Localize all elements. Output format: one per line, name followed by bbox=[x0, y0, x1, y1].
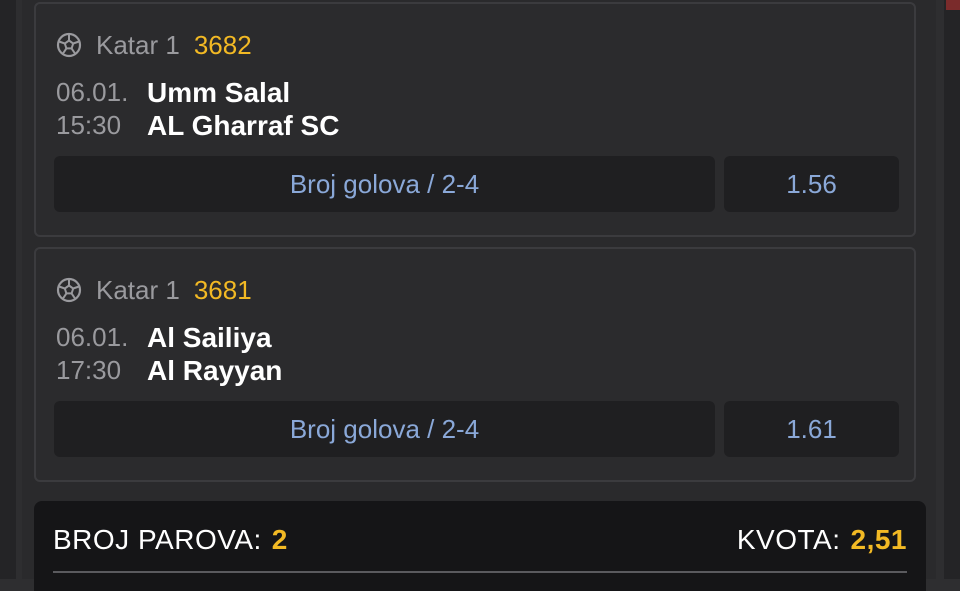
match-time: 15:30 bbox=[56, 110, 122, 140]
total-odds: KVOTA: 2,51 bbox=[737, 524, 907, 556]
away-row: 15:30 AL Gharraf SC bbox=[56, 109, 339, 142]
away-row: 17:30 Al Rayyan bbox=[56, 354, 282, 387]
match-code: 3682 bbox=[193, 30, 252, 60]
backdrop-left bbox=[0, 0, 16, 579]
home-team: Al Sailiya bbox=[147, 322, 272, 353]
match-time: 17:30 bbox=[56, 355, 122, 385]
backdrop-accent bbox=[946, 0, 960, 10]
match-code: 3681 bbox=[193, 275, 252, 305]
league-row: Katar 1 3681 bbox=[56, 275, 252, 305]
soccer-ball-icon bbox=[56, 277, 82, 303]
away-team: AL Gharraf SC bbox=[147, 110, 340, 141]
backdrop-right bbox=[944, 0, 960, 579]
league-name: Katar 1 bbox=[96, 30, 180, 60]
home-team: Umm Salal bbox=[147, 77, 291, 108]
match-date: 06.01. bbox=[56, 77, 129, 107]
soccer-ball-icon bbox=[56, 32, 82, 58]
market-button[interactable]: Broj golova / 2-4 bbox=[54, 401, 715, 457]
pairs-count: BROJ PAROVA: 2 bbox=[53, 524, 288, 556]
pairs-value: 2 bbox=[271, 524, 288, 555]
market-button[interactable]: Broj golova / 2-4 bbox=[54, 156, 715, 212]
odd-button[interactable]: 1.56 bbox=[724, 156, 899, 212]
away-team: Al Rayyan bbox=[147, 355, 283, 386]
odds-value: 2,51 bbox=[850, 524, 907, 555]
home-row: 06.01. Umm Salal bbox=[56, 76, 290, 109]
match-date: 06.01. bbox=[56, 322, 129, 352]
odds-label: KVOTA: bbox=[736, 524, 841, 555]
match-card: Katar 1 3682 06.01. Umm Salal 15:30 AL G… bbox=[34, 2, 916, 237]
league-row: Katar 1 3682 bbox=[56, 30, 252, 60]
summary-divider bbox=[53, 571, 907, 573]
league-name: Katar 1 bbox=[96, 275, 180, 305]
home-row: 06.01. Al Sailiya bbox=[56, 321, 272, 354]
match-card: Katar 1 3681 06.01. Al Sailiya 17:30 Al … bbox=[34, 247, 916, 482]
odd-button[interactable]: 1.61 bbox=[724, 401, 899, 457]
ticket-summary: BROJ PAROVA: 2 KVOTA: 2,51 bbox=[34, 501, 926, 591]
pairs-label: BROJ PAROVA: bbox=[53, 524, 262, 555]
